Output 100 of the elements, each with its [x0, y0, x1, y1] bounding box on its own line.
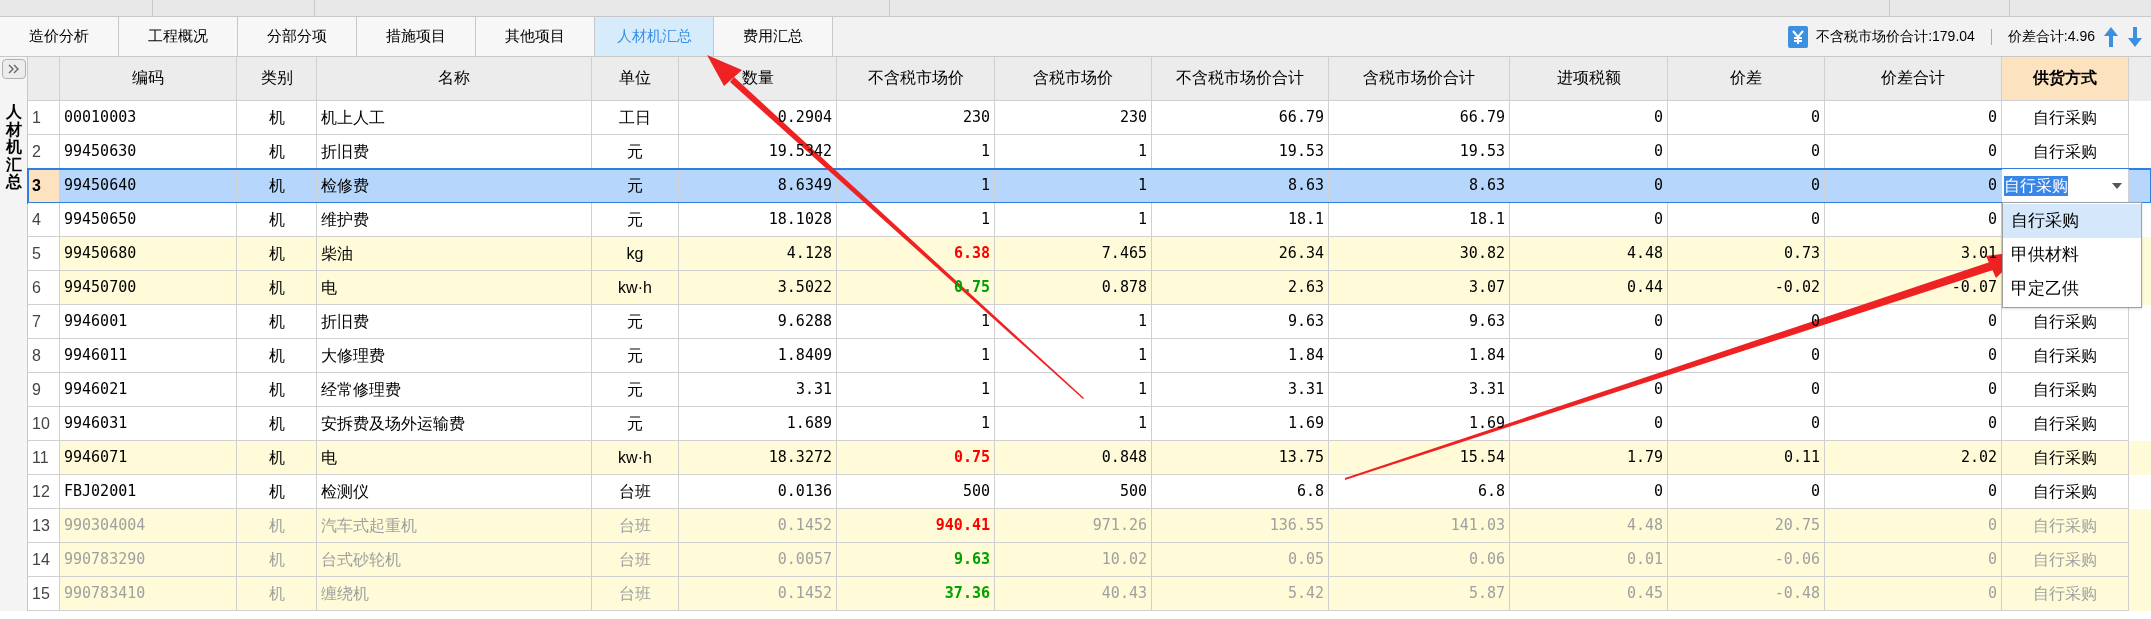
total-in-tax-cell-text: 19.53 — [1459, 141, 1505, 163]
input-tax-cell-text: 4.48 — [1626, 515, 1663, 537]
price-ex-tax-cell-text: 230 — [962, 107, 990, 129]
price-diff-cell-text: 0 — [1810, 209, 1820, 231]
unit-cell-text: 台班 — [619, 515, 651, 536]
supply-cell-text: 自行采购 — [2033, 107, 2097, 128]
row-number: 7 — [32, 311, 41, 332]
code-cell-text: 9946031 — [64, 413, 128, 435]
tab[interactable]: 分部分项 — [238, 17, 357, 56]
unit-cell-text: 台班 — [619, 583, 651, 604]
diff-total-cell-text: 0 — [1987, 175, 1997, 197]
tab[interactable]: 造价分析 — [0, 17, 119, 56]
total-ex-tax-cell-text: 26.34 — [1278, 243, 1324, 265]
tab[interactable]: 费用汇总 — [714, 17, 833, 56]
price-diff-cell-text: 0.73 — [1783, 243, 1820, 265]
table-row[interactable]: 11 9946071 机 电 kw·h 18.3272 0.75 0.848 13.75 15.54 1.79 0.11 2.02 自行采购 — [28, 441, 2151, 475]
type-cell-text: 机 — [268, 515, 285, 536]
supply-select[interactable]: 自行采购 — [2002, 169, 2128, 202]
price-in-tax-cell-text: 0.848 — [1101, 447, 1147, 469]
price-in-tax-cell-text: 1 — [1137, 379, 1147, 401]
dropdown-option[interactable]: 自行采购 — [2003, 204, 2141, 238]
supply-cell-text: 自行采购 — [2033, 345, 2097, 366]
total-ex-tax-cell-text: 5.42 — [1287, 583, 1324, 605]
name-cell-text: 折旧费 — [321, 141, 369, 162]
type-cell-text: 机 — [268, 243, 285, 264]
row-number: 10 — [32, 413, 50, 434]
total-in-tax-cell-text: 0.06 — [1468, 549, 1505, 571]
total-in-tax-cell-text: 6.8 — [1477, 481, 1505, 503]
code-cell-text: 990783290 — [64, 549, 146, 571]
total-ex-tax-cell-text: 0.05 — [1287, 549, 1324, 571]
type-cell-text: 机 — [268, 583, 285, 604]
row-number: 15 — [32, 583, 50, 604]
arrow-down-icon[interactable] — [2127, 25, 2143, 48]
dropdown-option[interactable]: 甲定乙供 — [2003, 272, 2141, 306]
row-number: 14 — [32, 549, 50, 570]
diff-total-cell-text: 0 — [1987, 311, 1997, 333]
unit-cell-text: 元 — [627, 379, 643, 400]
arrow-up-icon[interactable] — [2103, 25, 2119, 48]
row-number: 8 — [32, 345, 41, 366]
input-tax-cell-text: 0 — [1653, 175, 1663, 197]
code-cell-text: 990304004 — [64, 515, 146, 537]
total-in-tax-cell-text: 8.63 — [1468, 175, 1505, 197]
name-cell-text: 台式砂轮机 — [321, 549, 401, 570]
diff-total-label: 价差合计:4.96 — [2007, 27, 2095, 46]
diff-total-cell-text: 0 — [1987, 141, 1997, 163]
price-ex-tax-cell-text: 1 — [980, 345, 990, 367]
type-cell-text: 机 — [268, 413, 285, 434]
unit-cell-text: 元 — [627, 175, 643, 196]
type-cell-text: 机 — [268, 107, 285, 128]
caret-icon — [2112, 182, 2122, 189]
tab[interactable]: 工程概况 — [119, 17, 238, 56]
code-cell-text: 9946021 — [64, 379, 128, 401]
price-in-tax-cell-text: 230 — [1119, 107, 1147, 129]
price-ex-tax-cell-text: 1 — [980, 209, 990, 231]
code-cell-text: 99450650 — [64, 209, 137, 231]
expand-button[interactable] — [1, 59, 26, 79]
code-cell-text: 00010003 — [64, 107, 137, 129]
input-tax-cell-text: 4.48 — [1626, 243, 1663, 265]
unit-cell-text: 元 — [627, 141, 643, 162]
dropdown-option[interactable]: 甲供材料 — [2003, 238, 2141, 272]
name-cell-text: 经常修理费 — [321, 379, 401, 400]
total-in-tax-cell-text: 3.31 — [1468, 379, 1505, 401]
price-diff-cell-text: -0.02 — [1774, 277, 1820, 299]
column-header[interactable]: 供货方式 — [2002, 57, 2129, 101]
unit-cell-text: 台班 — [619, 549, 651, 570]
supply-cell-text: 自行采购 — [2033, 515, 2097, 536]
price-in-tax-cell-text: 500 — [1119, 481, 1147, 503]
name-cell-text: 电 — [321, 447, 337, 468]
row-number: 4 — [32, 209, 41, 230]
price-diff-cell-text: 0 — [1810, 379, 1820, 401]
total-ex-tax-cell-text: 13.75 — [1278, 447, 1324, 469]
tab[interactable]: 其他项目 — [476, 17, 595, 56]
price-in-tax-cell-text: 1 — [1137, 209, 1147, 231]
price-ex-tax-cell-text: 0.75 — [953, 447, 990, 469]
total-ex-tax-cell-text: 2.63 — [1287, 277, 1324, 299]
supply-cell-text: 自行采购 — [2033, 481, 2097, 502]
unit-cell-text: 工日 — [619, 107, 651, 128]
quantity-cell-text: 18.3272 — [768, 447, 832, 469]
price-ex-tax-cell-text: 9.63 — [953, 549, 990, 571]
input-tax-cell-text: 0.44 — [1626, 277, 1663, 299]
tab[interactable]: 措施项目 — [357, 17, 476, 56]
row-number: 1 — [32, 107, 41, 128]
name-cell-text: 安拆费及场外运输费 — [321, 413, 465, 434]
row-number: 2 — [32, 141, 41, 162]
name-cell-text: 维护费 — [321, 209, 369, 230]
name-cell-text: 大修理费 — [321, 345, 385, 366]
price-in-tax-cell-text: 0.878 — [1101, 277, 1147, 299]
diff-total-cell-text: 0 — [1987, 481, 1997, 503]
row-number: 13 — [32, 515, 50, 536]
total-ex-tax-cell-text: 19.53 — [1278, 141, 1324, 163]
type-cell-text: 机 — [268, 209, 285, 230]
total-ex-tax-cell-text: 66.79 — [1278, 107, 1324, 129]
price-ex-tax-cell-text: 37.36 — [944, 583, 990, 605]
total-in-tax-cell-text: 66.79 — [1459, 107, 1505, 129]
input-tax-cell-text: 0 — [1653, 311, 1663, 333]
row-number: 5 — [32, 243, 41, 264]
total-ex-tax-cell-text: 3.31 — [1287, 379, 1324, 401]
unit-cell-text: 元 — [627, 209, 643, 230]
name-cell-text: 缠绕机 — [321, 583, 369, 604]
price-diff-cell-text: 0 — [1810, 107, 1820, 129]
